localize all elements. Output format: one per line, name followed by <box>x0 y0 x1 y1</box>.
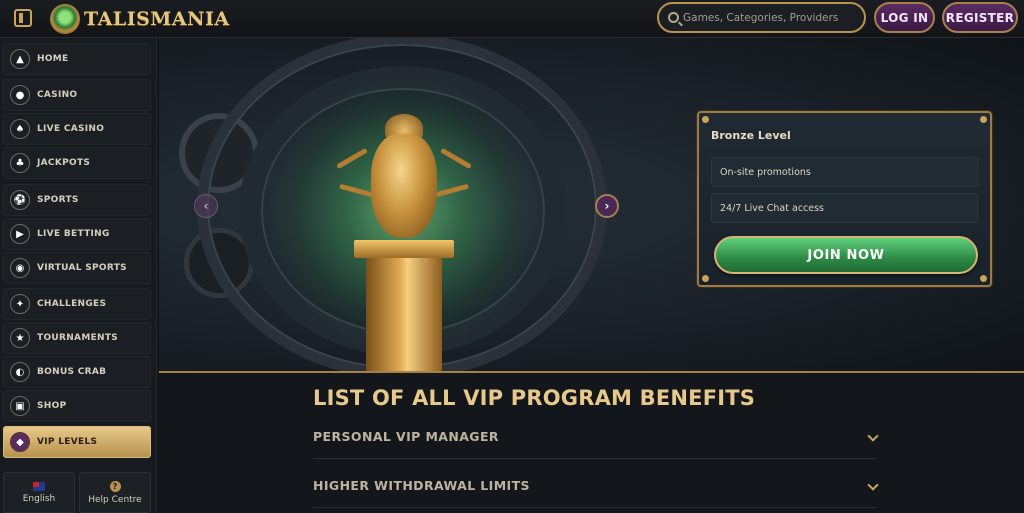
sidebar-item-label: VIP LEVELS <box>37 437 98 447</box>
pillar-shaft <box>366 258 442 371</box>
sidebar-item-label: CASINO <box>37 90 78 100</box>
live-casino-icon: ♠ <box>10 119 30 139</box>
sidebar-item-label: CHALLENGES <box>37 299 107 309</box>
carousel-prev-button[interactable]: ‹ <box>194 194 218 218</box>
sidebar-item-tournaments[interactable]: ★ TOURNAMENTS <box>3 322 151 354</box>
scarab-logo-icon <box>50 4 80 34</box>
top-header: TALISMANIA LOG IN REGISTER <box>0 0 1024 38</box>
accordion-item[interactable]: PERSONAL VIP MANAGER <box>313 419 879 459</box>
sidebar-item-live-casino[interactable]: ♠ LIVE CASINO <box>3 113 151 145</box>
virtual-sports-icon: ◉ <box>10 258 30 278</box>
sidebar-item-jackpots[interactable]: ♣ JACKPOTS <box>3 147 151 179</box>
vip-benefit-row: 24/7 Live Chat access <box>711 193 978 223</box>
search-icon <box>668 12 679 23</box>
sidebar-item-label: VIRTUAL SPORTS <box>37 263 127 273</box>
flag-icon <box>33 481 45 491</box>
sidebar-item-virtual-sports[interactable]: ◉ VIRTUAL SPORTS <box>3 252 151 284</box>
golden-pillar <box>354 240 454 371</box>
sidebar-item-label: LIVE BETTING <box>37 229 110 239</box>
menu-toggle-icon[interactable] <box>14 9 32 27</box>
sidebar-item-label: LIVE CASINO <box>37 124 105 134</box>
login-button[interactable]: LOG IN <box>874 2 935 33</box>
sidebar-item-label: HOME <box>37 54 69 64</box>
scarab-trophy-icon <box>371 134 437 238</box>
shop-icon: ▣ <box>10 396 30 416</box>
sidebar-item-bonus-crab[interactable]: ◐ BONUS CRAB <box>3 356 151 388</box>
accordion-item[interactable]: HIGHER WITHDRAWAL LIMITS <box>313 468 879 508</box>
language-selector[interactable]: English <box>3 472 75 513</box>
search-box[interactable] <box>657 2 866 33</box>
sidebar-item-shop[interactable]: ▣ SHOP <box>3 390 151 422</box>
sports-icon: ⚽ <box>10 190 30 210</box>
bonus-crab-icon: ◐ <box>10 362 30 382</box>
sidebar-item-sports[interactable]: ⚽ SPORTS <box>3 184 151 216</box>
chevron-down-icon <box>867 479 879 491</box>
home-icon: ▲ <box>10 49 30 69</box>
corner-rivet <box>980 116 987 123</box>
jackpots-icon: ♣ <box>10 153 30 173</box>
sidebar-footer: English ? Help Centre <box>3 472 151 513</box>
sidebar-item-label: BONUS CRAB <box>37 367 107 377</box>
sidebar-item-label: SPORTS <box>37 195 79 205</box>
logo[interactable]: TALISMANIA <box>50 3 230 35</box>
live-betting-icon: ▶ <box>10 224 30 244</box>
sidebar-item-challenges[interactable]: ✦ CHALLENGES <box>3 288 151 320</box>
sidebar-item-label: TOURNAMENTS <box>37 333 119 343</box>
pillar-cap <box>354 240 454 258</box>
benefits-list-title: LIST OF ALL VIP PROGRAM BENEFITS <box>313 386 756 410</box>
challenges-icon: ✦ <box>10 294 30 314</box>
accordion-item-label: PERSONAL VIP MANAGER <box>313 429 499 444</box>
search-input[interactable] <box>683 9 859 27</box>
sidebar: ▲ HOME ● CASINO ♠ LIVE CASINO ♣ JACKPOTS… <box>0 38 157 513</box>
language-label: English <box>22 493 56 504</box>
corner-rivet <box>980 275 987 282</box>
help-centre-label: Help Centre <box>88 494 142 505</box>
chevron-down-icon <box>867 430 879 442</box>
sidebar-item-vip-levels[interactable]: ◆ VIP LEVELS <box>3 426 151 458</box>
vip-benefit-row: On-site promotions <box>711 157 978 187</box>
join-now-button[interactable]: JOIN NOW <box>714 236 978 274</box>
help-centre-button[interactable]: ? Help Centre <box>79 472 151 513</box>
sidebar-item-casino[interactable]: ● CASINO <box>3 79 151 111</box>
accordion-item-label: HIGHER WITHDRAWAL LIMITS <box>313 478 530 493</box>
corner-rivet <box>702 275 709 282</box>
sidebar-item-label: JACKPOTS <box>37 158 91 168</box>
carousel-next-button[interactable]: › <box>595 194 619 218</box>
casino-icon: ● <box>10 85 30 105</box>
corner-rivet <box>702 116 709 123</box>
register-button[interactable]: REGISTER <box>942 2 1018 33</box>
benefits-section: LIST OF ALL VIP PROGRAM BENEFITS PERSONA… <box>159 373 1024 513</box>
logo-text: TALISMANIA <box>84 8 230 30</box>
sidebar-item-live-betting[interactable]: ▶ LIVE BETTING <box>3 218 151 250</box>
vip-level-card: Bronze Level On-site promotions 24/7 Liv… <box>697 111 992 287</box>
sidebar-item-home[interactable]: ▲ HOME <box>3 43 151 75</box>
sidebar-item-label: SHOP <box>37 401 67 411</box>
help-icon: ? <box>109 480 121 492</box>
tournaments-icon: ★ <box>10 328 30 348</box>
vip-level-title: Bronze Level <box>711 129 791 142</box>
diamond-icon: ◆ <box>10 432 30 452</box>
